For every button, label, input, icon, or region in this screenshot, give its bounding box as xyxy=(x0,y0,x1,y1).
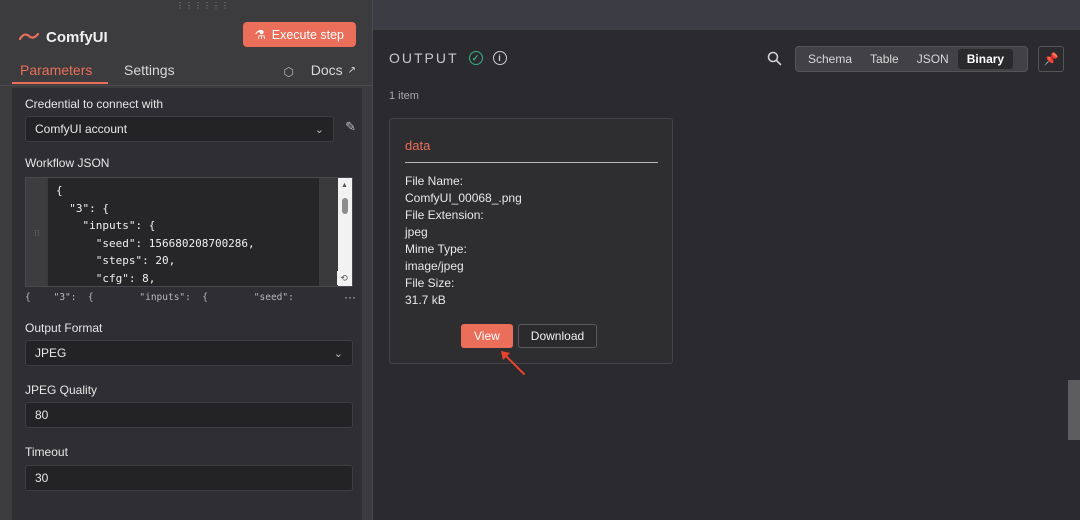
output-title: OUTPUT xyxy=(389,50,459,66)
file-metadata: File Name: ComfyUI_00068_.png File Exten… xyxy=(405,173,522,309)
resize-handle-icon[interactable]: ⟲ xyxy=(337,271,351,285)
active-tab-indicator xyxy=(12,82,108,84)
tab-settings[interactable]: Settings xyxy=(124,62,175,78)
credential-value: ComfyUI account xyxy=(35,122,128,136)
flask-icon: ⚗ xyxy=(254,28,266,42)
item-count: 1 item xyxy=(389,90,419,102)
binary-data-card: data File Name: ComfyUI_00068_.png File … xyxy=(389,118,673,364)
execute-step-button[interactable]: ⚗ Execute step xyxy=(242,22,356,47)
output-format-select[interactable]: JPEG ⌄ xyxy=(25,340,353,366)
docs-link[interactable]: Docs ↗ xyxy=(311,62,356,78)
file-name-label: File Name: xyxy=(405,174,464,188)
timeout-value: 30 xyxy=(35,471,49,485)
credential-select[interactable]: ComfyUI account ⌄ xyxy=(25,116,334,142)
docs-label: Docs xyxy=(310,62,343,78)
view-button[interactable]: View xyxy=(461,324,513,348)
output-format-label: Output Format xyxy=(25,321,103,335)
chevron-down-icon: ⌄ xyxy=(333,348,343,360)
node-header: ComfyUI ⚗ Execute step xyxy=(18,22,362,52)
output-header: OUTPUT ✓ i xyxy=(389,50,507,66)
cube-icon[interactable]: ⬡ xyxy=(284,65,294,79)
search-icon[interactable] xyxy=(767,51,782,66)
scroll-up-icon[interactable]: ▲ xyxy=(341,182,348,189)
drag-handle-icon[interactable]: ⋮⋮⋮⋮⋮⋮ xyxy=(176,2,230,10)
external-link-icon: ↗ xyxy=(347,64,356,76)
info-icon[interactable]: i xyxy=(492,51,507,65)
success-check-icon: ✓ xyxy=(468,51,483,65)
file-extension-value: jpeg xyxy=(405,225,428,239)
jpeg-quality-value: 80 xyxy=(35,408,49,422)
node-parameters-panel: ⋮⋮⋮⋮⋮⋮ ComfyUI ⚗ Execute step Parameters… xyxy=(0,0,373,520)
panel-tabs: Parameters Settings ⬡ Docs ↗ xyxy=(0,56,372,86)
workflow-json-code[interactable]: { "3": { "inputs": { "seed": 15668020870… xyxy=(48,178,319,286)
card-divider xyxy=(405,162,658,163)
editor-gutter: ⁝⁝ xyxy=(26,178,46,286)
scrollbar-thumb[interactable] xyxy=(342,198,348,214)
tab-parameters[interactable]: Parameters xyxy=(20,62,92,78)
edit-pencil-icon[interactable]: ✎ xyxy=(345,119,356,135)
node-title: ComfyUI xyxy=(46,28,108,46)
file-size-label: File Size: xyxy=(405,276,455,290)
jpeg-quality-label: JPEG Quality xyxy=(25,383,98,397)
editor-scrollbar[interactable]: ▲ xyxy=(338,178,352,286)
workflow-json-editor[interactable]: ⁝⁝ { "3": { "inputs": { "seed": 15668020… xyxy=(25,177,353,287)
parameters-form: Credential to connect with ComfyUI accou… xyxy=(12,88,362,520)
file-name-value: ComfyUI_00068_.png xyxy=(405,191,522,205)
chevron-down-icon: ⌄ xyxy=(314,124,324,136)
view-table[interactable]: Table xyxy=(861,49,908,69)
file-extension-label: File Extension: xyxy=(405,208,484,222)
mime-type-label: Mime Type: xyxy=(405,242,467,256)
pin-icon[interactable]: 📌 xyxy=(1038,46,1064,72)
credential-label: Credential to connect with xyxy=(25,97,164,111)
file-size-value: 31.7 kB xyxy=(405,293,446,307)
binary-key: data xyxy=(405,138,431,153)
output-format-value: JPEG xyxy=(35,346,67,360)
comfyui-logo-icon xyxy=(18,32,40,41)
view-schema[interactable]: Schema xyxy=(799,49,861,69)
download-button[interactable]: Download xyxy=(517,324,598,348)
mime-type-value: image/jpeg xyxy=(405,259,464,273)
output-view-switch: Schema Table JSON Binary xyxy=(795,46,1028,72)
more-options-icon[interactable]: ··· xyxy=(344,290,356,304)
workflow-json-preview: { "3": { "inputs": { "seed": xyxy=(25,292,294,303)
card-actions: View Download xyxy=(461,324,598,348)
pointer-arrow-icon xyxy=(501,351,525,375)
timeout-input[interactable]: 30 xyxy=(25,465,353,491)
panel-edge xyxy=(1068,380,1080,440)
view-json[interactable]: JSON xyxy=(908,49,958,69)
execute-step-label: Execute step xyxy=(271,27,344,42)
view-binary[interactable]: Binary xyxy=(957,49,1014,69)
workflow-json-label: Workflow JSON xyxy=(25,156,110,170)
timeout-label: Timeout xyxy=(25,445,68,459)
jpeg-quality-input[interactable]: 80 xyxy=(25,402,353,428)
